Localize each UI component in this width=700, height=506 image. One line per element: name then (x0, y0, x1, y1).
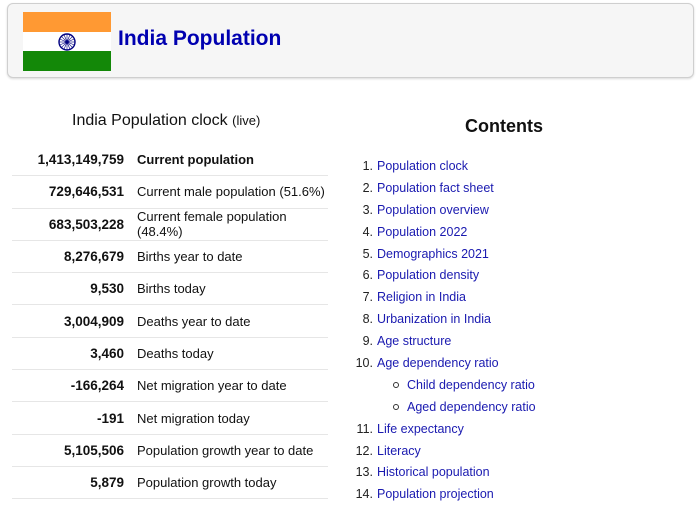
clock-value: 3,460 (90, 345, 124, 361)
toc-link[interactable]: Demographics 2021 (377, 247, 489, 261)
clock-row: 8,276,679 Births year to date (12, 241, 328, 274)
toc-item: 8. Urbanization in India (355, 308, 685, 330)
clock-value: 9,530 (90, 281, 124, 297)
toc-item: 6. Population density (355, 264, 685, 286)
toc-link[interactable]: Literacy (377, 444, 421, 458)
toc-subitem: Aged dependency ratio (355, 396, 685, 418)
toc-number: 7. (362, 290, 373, 305)
clock-value: 5,879 (90, 475, 124, 491)
clock-label: Net migration today (137, 410, 250, 426)
toc-number: 1. (362, 158, 373, 173)
toc-number: 2. (362, 180, 373, 195)
clock-row: 5,105,506 Population growth year to date (12, 435, 328, 467)
toc-link[interactable]: Population overview (377, 203, 489, 217)
toc-number: 13. (355, 465, 373, 480)
toc-subitem: Child dependency ratio (355, 374, 685, 396)
toc-link[interactable]: Population fact sheet (377, 181, 494, 195)
clock-row: -191 Net migration today (12, 402, 328, 435)
toc-link[interactable]: Population projection (377, 487, 494, 501)
clock-title: India Population clock (live) (72, 112, 260, 130)
toc-number: 3. (362, 202, 373, 217)
clock-value: 1,413,149,759 (37, 152, 124, 168)
circle-bullet-icon (393, 381, 399, 388)
toc-link[interactable]: Life expectancy (377, 422, 464, 436)
clock-label: Births year to date (137, 249, 243, 265)
clock-label: Births today (137, 281, 206, 297)
live-indicator: (live) (232, 113, 261, 128)
clock-row: 9,530 Births today (12, 273, 328, 306)
toc-number: 8. (362, 312, 373, 327)
toc-link[interactable]: Religion in India (377, 290, 466, 304)
toc-number: 5. (362, 246, 373, 261)
toc-number: 6. (362, 268, 373, 283)
toc-item: 3. Population overview (355, 199, 685, 221)
toc-item: 1. Population clock (355, 155, 685, 177)
contents-title: Contents (465, 116, 543, 136)
toc-item: 10. Age dependency ratio (355, 352, 685, 374)
toc-item: 14. Population projection (355, 483, 685, 505)
toc-number: 14. (355, 487, 373, 502)
toc-link[interactable]: Urbanization in India (377, 312, 491, 326)
toc-item: 13. Historical population (355, 461, 685, 483)
toc-item: 2. Population fact sheet (355, 177, 685, 199)
clock-row: 3,460 Deaths today (12, 338, 328, 371)
toc-number: 10. (355, 355, 373, 370)
clock-label: Deaths today (137, 345, 214, 361)
clock-value: 729,646,531 (48, 184, 124, 200)
toc-link[interactable]: Population density (377, 268, 479, 282)
toc-item: 12. Literacy (355, 440, 685, 462)
clock-value: 8,276,679 (63, 249, 124, 265)
population-clock-table: 1,413,149,759 Current population 729,646,5… (12, 144, 328, 500)
toc-number: 4. (362, 224, 373, 239)
clock-row: -166,264 Net migration year to date (12, 370, 328, 403)
clock-value: 5,105,506 (63, 442, 124, 458)
toc-item: 9. Age structure (355, 330, 685, 352)
toc-link[interactable]: Historical population (377, 465, 490, 479)
clock-label: Deaths year to date (137, 313, 251, 329)
toc-number: 12. (355, 443, 373, 458)
clock-value: 683,503,228 (48, 216, 124, 232)
toc-link[interactable]: Aged dependency ratio (407, 400, 536, 414)
clock-row: 3,004,909 Deaths year to date (12, 305, 328, 338)
clock-row: 729,646,531 Current male population (51.6… (12, 176, 328, 209)
india-flag-icon (23, 12, 111, 71)
page-title: India Population (118, 27, 282, 50)
toc-link[interactable]: Population 2022 (377, 225, 467, 239)
toc-item: 5. Demographics 2021 (355, 243, 685, 265)
clock-row: 5,879 Population growth today (12, 467, 328, 500)
circle-bullet-icon (393, 403, 399, 410)
clock-row: 1,413,149,759 Current population (12, 144, 328, 177)
toc-item: 11. Life expectancy (355, 418, 685, 440)
toc-link[interactable]: Age structure (377, 334, 451, 348)
toc-link[interactable]: Child dependency ratio (407, 378, 535, 392)
toc-item: 7. Religion in India (355, 286, 685, 308)
toc-link[interactable]: Population clock (377, 159, 468, 173)
clock-label: Current female population (48.4%) (137, 209, 287, 240)
clock-label: Population growth today (137, 475, 277, 491)
toc-link[interactable]: Age dependency ratio (377, 356, 499, 370)
clock-value: -191 (96, 410, 124, 426)
clock-label: Population growth year to date (137, 442, 314, 458)
table-of-contents: 1. Population clock 2. Population fact shee… (355, 155, 685, 505)
clock-value: 3,004,909 (63, 313, 124, 329)
toc-number: 9. (362, 334, 373, 349)
clock-label: Net migration year to date (137, 378, 287, 394)
clock-label: Current male population (51.6%) (137, 184, 325, 200)
clock-value: -166,264 (70, 378, 124, 394)
clock-title-text: India Population clock (72, 112, 228, 129)
toc-number: 11. (356, 421, 373, 436)
toc-item: 4. Population 2022 (355, 221, 685, 243)
page-header: India Population (7, 3, 694, 78)
clock-label: Current population (137, 152, 254, 168)
clock-row: 683,503,228 Current female population (48… (12, 209, 328, 241)
